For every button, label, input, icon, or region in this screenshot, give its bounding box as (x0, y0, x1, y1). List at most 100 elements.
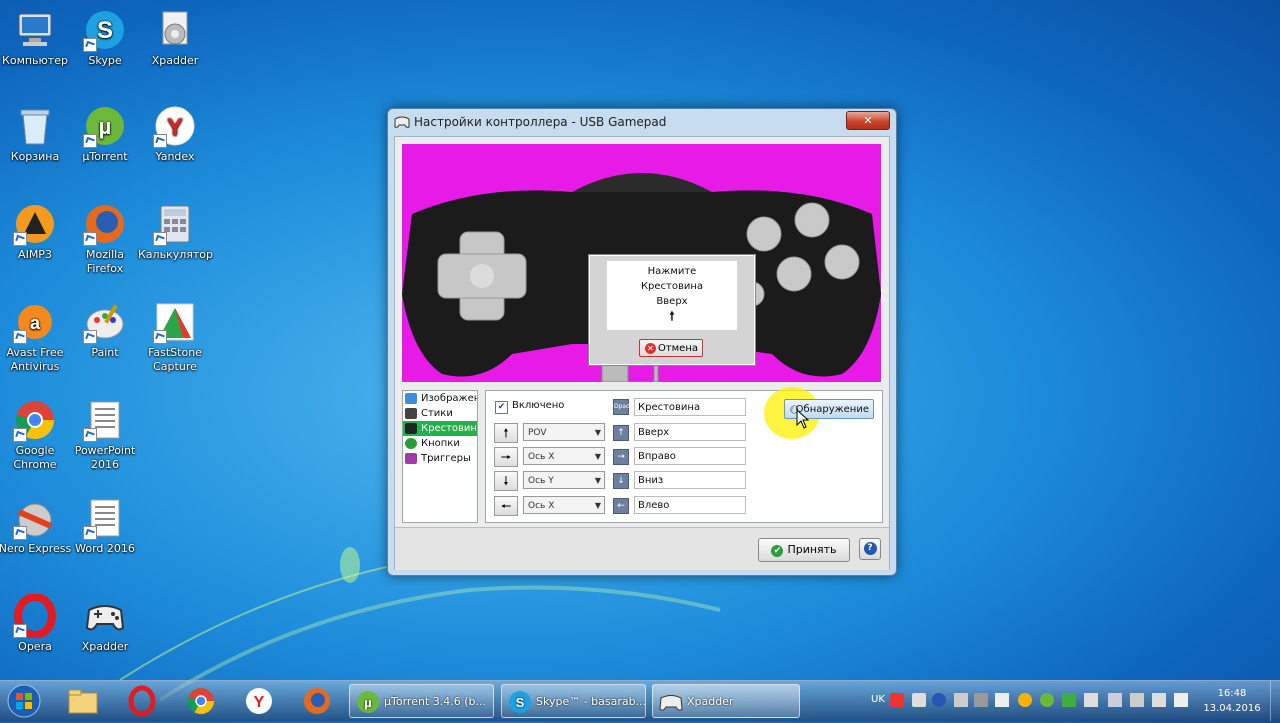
tree-item-triggers[interactable]: Триггеры (403, 451, 477, 466)
task-utorrent[interactable]: µ µTorrent 3.4.6 (b... (349, 684, 494, 718)
dpad-field-icon: Dpad (613, 399, 630, 415)
desktop-icon-avast[interactable]: a Avast Free Antivirus (0, 300, 72, 374)
axis-select-up[interactable]: POV ▼ (523, 423, 605, 441)
gamepad-tray-icon[interactable] (995, 693, 1009, 707)
gamepad-taskbar-icon (659, 695, 683, 711)
help-tray-icon[interactable] (932, 693, 946, 707)
down-name-field[interactable]: Вниз (634, 471, 746, 489)
chrome-taskbar-icon[interactable] (184, 685, 218, 717)
clock[interactable]: 16:48 13.04.2016 (1196, 686, 1268, 716)
tree-item-image[interactable]: Изображен (403, 391, 477, 406)
arrow-up-button[interactable]: 🠕 (494, 423, 518, 443)
tree-item-label: Крестовин (421, 423, 477, 434)
desktop-icon-label: Paint (91, 346, 119, 359)
axis-value: POV (528, 428, 547, 438)
dialog-message: Нажмите Крестовина Вверх 🠕 (607, 261, 737, 330)
arrow-down-button[interactable]: 🠗 (494, 471, 518, 491)
desktop-icon-opera[interactable]: Opera (0, 593, 72, 654)
tree-item-buttons[interactable]: Кнопки (403, 436, 477, 451)
axis-select-left[interactable]: Ось X ▼ (523, 496, 605, 514)
close-button[interactable]: ✕ (846, 111, 890, 130)
desktop-icon-chrome[interactable]: Google Chrome (0, 398, 72, 472)
left-name-field[interactable]: Влево (634, 496, 746, 514)
desktop-icon-label: Корзина (10, 150, 60, 163)
desktop-icon-recycle-bin[interactable]: Корзина (0, 104, 72, 164)
desktop-icon-label: AIMP3 (18, 248, 52, 261)
settings-tray-icon[interactable] (974, 693, 988, 707)
desktop-icon-yandex[interactable]: Y Yandex (138, 104, 212, 164)
right-direction-icon: → (613, 449, 629, 465)
yandex-icon: Y (153, 104, 197, 148)
axis-select-down[interactable]: Ось Y ▼ (523, 471, 605, 489)
pen-tray-icon[interactable] (912, 693, 926, 707)
chevron-down-icon: ▼ (594, 452, 601, 461)
usb-tray-icon[interactable] (954, 693, 968, 707)
power-tray-icon[interactable] (1174, 693, 1188, 707)
green-app-tray-icon[interactable] (1062, 693, 1076, 707)
desktop-icon-powerpoint[interactable]: PowerPoint 2016 (68, 398, 142, 472)
triggers-icon (405, 453, 417, 464)
cancel-label: Отмена (657, 343, 698, 354)
firefox-icon (83, 202, 127, 246)
utorrent-taskbar-icon: µ (357, 691, 379, 713)
desktop-icon-nero[interactable]: Nero Express (0, 496, 72, 556)
norton-tray-icon[interactable] (1018, 693, 1032, 707)
tree-item-sticks[interactable]: Стики (403, 406, 477, 421)
firefox-taskbar-icon[interactable] (300, 685, 334, 717)
task-xpadder[interactable]: Xpadder (652, 684, 800, 718)
calculator-icon (153, 202, 197, 246)
svg-text:Y: Y (167, 114, 183, 141)
enabled-checkbox[interactable]: ✔ (495, 401, 508, 414)
accept-button[interactable]: ✔ Принять (758, 538, 850, 562)
desktop-icon-utorrent[interactable]: µ µTorrent (68, 104, 142, 164)
desktop-icon-skype[interactable]: S Skype (68, 8, 142, 68)
press-button-dialog: Нажмите Крестовина Вверх 🠕 ✕ Отмена (588, 254, 756, 366)
paint-icon (83, 300, 127, 344)
flag-tray-icon[interactable] (1084, 693, 1098, 707)
desktop-icon-aimp3[interactable]: AIMP3 (0, 202, 72, 262)
right-name-field[interactable]: Вправо (634, 447, 746, 465)
desktop-icon-label: Yandex (155, 150, 195, 163)
skype-icon: S (83, 8, 127, 52)
task-skype[interactable]: S Skype™ - basarab... (501, 684, 646, 718)
window-title: Настройки контроллера - USB Gamepad (414, 115, 667, 129)
desktop-icon-xpadder[interactable]: Xpadder (138, 8, 212, 68)
desktop-icon-firefox[interactable]: Mozilla Firefox (68, 202, 142, 276)
start-button[interactable] (4, 683, 44, 719)
explorer-icon[interactable] (66, 685, 100, 717)
volume-tray-icon[interactable] (1152, 693, 1166, 707)
tree-item-dpad[interactable]: Крестовин (403, 421, 477, 436)
desktop-icon-paint[interactable]: Paint (68, 300, 142, 360)
dpad-name-field[interactable]: Крестовина (634, 398, 746, 416)
language-indicator[interactable]: UK (871, 694, 885, 705)
cancel-button[interactable]: ✕ Отмена (639, 339, 703, 357)
opera-icon (13, 593, 57, 639)
axis-value: Ось X (528, 501, 555, 511)
checkmark-icon: ✔ (771, 545, 784, 557)
gamepad-image: Нажмите Крестовина Вверх 🠕 ✕ Отмена (402, 144, 881, 382)
desktop-icon-faststone[interactable]: FastStone Capture (138, 300, 212, 374)
help-button[interactable]: ? (859, 538, 881, 560)
up-name-field[interactable]: Вверх (634, 423, 746, 441)
network-tray-icon[interactable] (1130, 693, 1144, 707)
buttons-icon (405, 438, 417, 449)
desktop-icon-label: Xpadder (81, 640, 129, 653)
bluetooth-tray-icon[interactable] (1108, 693, 1122, 707)
arrow-right-button[interactable]: 🠖 (494, 447, 518, 467)
window-titlebar[interactable]: Настройки контроллера - USB Gamepad ✕ (388, 109, 896, 135)
svg-text:Y: Y (254, 694, 265, 711)
show-desktop-button[interactable] (1270, 681, 1280, 721)
yandex-taskbar-icon[interactable]: Y (242, 685, 276, 717)
desktop-icon-computer[interactable]: Компьютер (0, 8, 72, 68)
desktop-icon-word[interactable]: Word 2016 (68, 496, 142, 556)
keyboard-tray-icon[interactable] (890, 693, 904, 707)
desktop-icon-calculator[interactable]: Калькулятор (138, 202, 213, 262)
arrow-left-button[interactable]: 🠔 (494, 496, 518, 516)
desktop-icon-label: Skype (88, 54, 122, 67)
axis-select-right[interactable]: Ось X ▼ (523, 447, 605, 465)
utorrent-tray-icon[interactable] (1040, 693, 1054, 707)
clock-time: 16:48 (1217, 688, 1247, 699)
desktop-icon-xpadder-shortcut[interactable]: Xpadder (68, 594, 142, 654)
opera-taskbar-icon[interactable] (125, 685, 159, 717)
axis-value: Ось Y (528, 476, 554, 486)
